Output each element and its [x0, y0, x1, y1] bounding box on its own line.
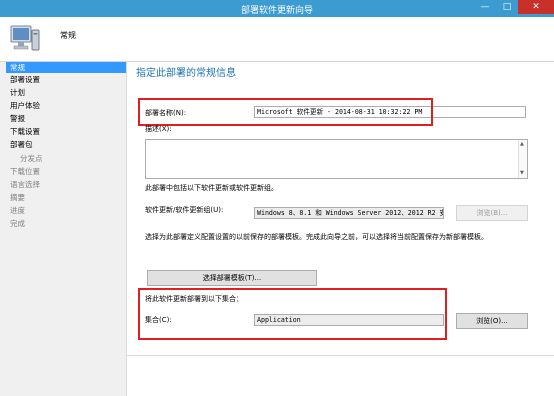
description-textarea[interactable]: ▲ ▼ — [145, 139, 528, 179]
nav-item-distribution-points[interactable]: 分发点 — [20, 153, 43, 164]
scroll-down-icon[interactable]: ▼ — [520, 170, 524, 176]
nav-item-schedule[interactable]: 计划 — [10, 87, 25, 98]
window-title: 部署软件更新向导 — [240, 6, 313, 16]
nav-item-general[interactable]: 常规 — [6, 62, 126, 73]
section-title: 指定此部署的常规信息 — [136, 68, 236, 79]
update-group-field: Windows 8、8.1 和 Windows Server 2012、2012… — [254, 207, 444, 219]
nav-item-language-selection[interactable]: 语言选择 — [10, 179, 40, 190]
scroll-up-icon[interactable]: ▲ — [520, 141, 524, 147]
minimize-button[interactable]: — — [474, 0, 496, 14]
template-note: 选择为此部署定义配置设置的以前保存的部署模板。完成此向导之前，可以选择将当前配置… — [145, 233, 488, 241]
nav-item-deployment-package[interactable]: 部署包 — [10, 139, 33, 150]
nav-item-alerts[interactable]: 警报 — [10, 113, 25, 124]
description-label: 描述(X): — [145, 125, 172, 133]
nav-item-download-settings[interactable]: 下载设置 — [10, 126, 40, 137]
computer-icon — [10, 25, 40, 51]
nav-item-progress[interactable]: 进度 — [10, 205, 25, 216]
browse-collection-button[interactable]: 浏览(O)... — [456, 313, 528, 329]
description-scrollbar[interactable]: ▲ ▼ — [518, 140, 527, 178]
divider — [126, 355, 554, 356]
maximize-button[interactable]: □ — [496, 0, 518, 14]
highlight-box-collection — [138, 288, 447, 340]
update-group-note: 此部署中包括以下软件更新或软件更新组。 — [145, 184, 278, 192]
highlight-box-name — [138, 98, 433, 126]
nav-item-download-location[interactable]: 下载位置 — [10, 166, 40, 177]
page-title: 常规 — [60, 31, 76, 40]
update-group-label: 软件更新/软件更新组(U): — [145, 206, 224, 214]
nav-item-deployment-settings[interactable]: 部署设置 — [10, 74, 40, 85]
select-template-button[interactable]: 选择部署模板(T)... — [147, 270, 317, 286]
title-bar: 部署软件更新向导 — □ ✕ — [0, 0, 554, 17]
wizard-nav: 常规 部署设置 计划 用户体验 警报 下载设置 部署包 分发点 下载位置 语言选… — [0, 62, 127, 396]
close-button[interactable]: ✕ — [518, 0, 554, 14]
wizard-header: 常规 — [0, 17, 554, 62]
nav-item-summary[interactable]: 摘要 — [10, 192, 25, 203]
nav-item-completion[interactable]: 完成 — [10, 218, 25, 229]
nav-item-user-experience[interactable]: 用户体验 — [10, 100, 40, 111]
browse-update-group-button[interactable]: 浏览(B)... — [456, 205, 528, 221]
